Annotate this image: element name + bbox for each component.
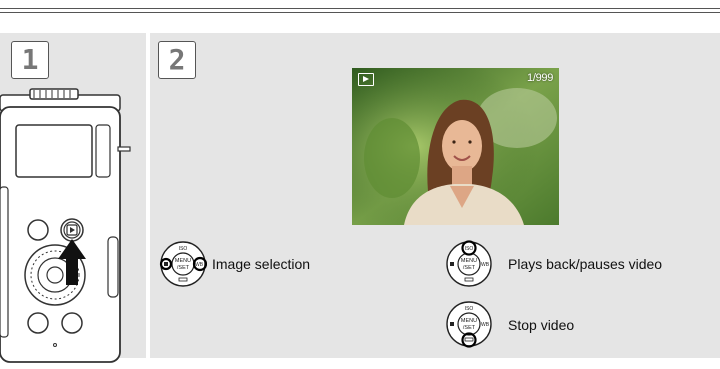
svg-text:/SET: /SET xyxy=(177,265,190,271)
svg-text:WB: WB xyxy=(195,262,204,268)
svg-text:MENU: MENU xyxy=(461,258,477,264)
svg-text:WB: WB xyxy=(481,322,490,328)
svg-text:/SET: /SET xyxy=(463,325,476,331)
plays-back-pauses-label: Plays back/pauses video xyxy=(508,256,663,272)
step-2-number: 2 xyxy=(158,41,196,79)
header-rule-top xyxy=(0,8,720,9)
svg-text:ISO: ISO xyxy=(465,306,474,312)
svg-text:ISO: ISO xyxy=(179,246,188,252)
svg-text:ISO: ISO xyxy=(465,246,474,252)
step-1-panel: 1 xyxy=(0,33,146,363)
image-selection-label: Image selection xyxy=(212,256,311,272)
playback-photo xyxy=(352,68,559,225)
step-1-number: 1 xyxy=(11,41,49,79)
control-dial-down-icon: MENU /SET ISO WB xyxy=(446,301,492,348)
stop-video-label: Stop video xyxy=(508,317,575,333)
control-dial-arrows-icon: MENU /SET ISO WB xyxy=(159,241,207,287)
svg-text:MENU: MENU xyxy=(461,318,477,324)
svg-text:MENU: MENU xyxy=(175,258,191,264)
svg-text:WB: WB xyxy=(481,262,490,268)
header-rule-bottom xyxy=(0,12,720,13)
playback-mode-icon xyxy=(358,73,374,86)
image-counter: 1/999 xyxy=(527,72,554,84)
svg-text:/SET: /SET xyxy=(463,265,476,271)
control-dial-up-icon: MENU /SET ISO WB xyxy=(446,240,492,287)
camera-back-illustration xyxy=(0,88,131,363)
